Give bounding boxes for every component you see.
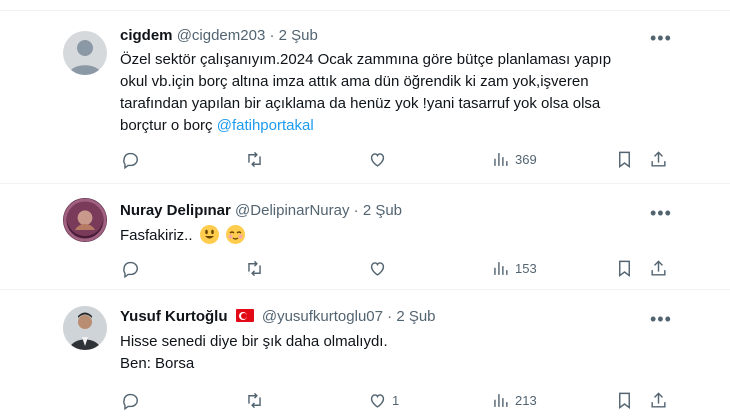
share-button[interactable] bbox=[649, 391, 668, 410]
avatar[interactable] bbox=[63, 31, 107, 75]
retweet-icon bbox=[248, 260, 261, 277]
like-icon bbox=[370, 153, 385, 167]
views-count: 213 bbox=[515, 393, 537, 408]
retweet-icon bbox=[248, 151, 261, 168]
reply-button[interactable] bbox=[121, 391, 145, 410]
share-button[interactable] bbox=[649, 150, 668, 169]
reply-icon bbox=[123, 152, 138, 169]
author-name[interactable]: Yusuf Kurtoğlu bbox=[120, 308, 228, 325]
retweet-button[interactable] bbox=[245, 150, 269, 169]
views-button[interactable]: 213 bbox=[491, 391, 537, 410]
bookmark-button[interactable] bbox=[615, 391, 634, 410]
like-icon bbox=[370, 262, 385, 276]
bookmark-icon bbox=[619, 392, 630, 410]
avatar[interactable] bbox=[63, 306, 107, 350]
like-icon bbox=[370, 394, 385, 408]
share-icon bbox=[651, 260, 666, 276]
tweet-text-line: borçtur o borç bbox=[120, 117, 217, 134]
views-icon bbox=[494, 394, 508, 407]
views-count: 153 bbox=[515, 261, 537, 276]
tweet-nuray[interactable]: Nuray Delipınar @DelipinarNuray · 2 Şub … bbox=[0, 183, 730, 288]
views-icon bbox=[494, 153, 508, 166]
bookmark-button[interactable] bbox=[615, 150, 634, 169]
tweet-cigdem[interactable]: cigdem @cigdem203 · 2 Şub ••• Özel sektö… bbox=[0, 10, 730, 182]
bookmark-icon bbox=[619, 151, 630, 169]
tweet-text: Hisse senedi diye bir şık daha olmalıydı… bbox=[120, 331, 680, 375]
reply-icon bbox=[123, 393, 138, 410]
tweet-actions: 369 bbox=[0, 150, 730, 170]
retweet-icon bbox=[248, 392, 261, 409]
retweet-button[interactable] bbox=[245, 259, 269, 278]
reply-icon bbox=[123, 261, 138, 278]
tweet-yusuf[interactable]: Yusuf Kurtoğlu @yusufkurtoglu07 · 2 Şub … bbox=[0, 289, 730, 420]
tweet-text-line: Özel sektör çalışanıyım.2024 Ocak zammın… bbox=[120, 51, 612, 68]
tweet-header: Yusuf Kurtoğlu @yusufkurtoglu07 · 2 Şub bbox=[120, 308, 436, 325]
tweet-time[interactable]: · 2 Şub bbox=[354, 202, 402, 219]
avatar[interactable] bbox=[63, 198, 107, 242]
views-count: 369 bbox=[515, 152, 537, 167]
tweet-actions: 1 213 bbox=[0, 391, 730, 411]
author-name[interactable]: Nuray Delipınar bbox=[120, 202, 231, 219]
default-avatar-icon bbox=[69, 40, 101, 75]
tweet-header: Nuray Delipınar @DelipinarNuray · 2 Şub bbox=[120, 202, 402, 219]
tweet-text-line: Ben: Borsa bbox=[120, 355, 195, 372]
tweet-time[interactable]: · 2 Şub bbox=[269, 27, 317, 44]
more-options-button[interactable]: ••• bbox=[650, 310, 672, 328]
views-button[interactable]: 369 bbox=[491, 150, 537, 169]
bookmark-icon bbox=[619, 260, 630, 278]
tweet-text-line: Fasfakiriz.. bbox=[120, 227, 193, 244]
turkey-flag-icon bbox=[235, 309, 254, 322]
profile-photo-icon bbox=[63, 198, 107, 242]
author-handle[interactable]: @cigdem203 bbox=[177, 27, 266, 44]
grinning-face-emoji-icon bbox=[199, 225, 219, 244]
tweet-text: Fasfakiriz.. bbox=[120, 225, 680, 247]
tweet-text: Özel sektör çalışanıyım.2024 Ocak zammın… bbox=[120, 49, 680, 137]
tweet-actions: 153 bbox=[0, 259, 730, 279]
author-handle[interactable]: @DelipinarNuray bbox=[235, 202, 349, 219]
like-count: 1 bbox=[392, 393, 400, 408]
tweet-text-line: Hisse senedi diye bir şık daha olmalıydı… bbox=[120, 333, 388, 350]
author-handle[interactable]: @yusufkurtoglu07 bbox=[262, 308, 383, 325]
mention-link[interactable]: @fatihportakal bbox=[217, 117, 314, 134]
reply-button[interactable] bbox=[121, 150, 145, 169]
like-button[interactable]: 1 bbox=[368, 391, 399, 410]
views-icon bbox=[494, 262, 508, 275]
retweet-button[interactable] bbox=[245, 391, 269, 410]
share-icon bbox=[651, 151, 666, 167]
tweet-text-line: tarafından yapılan bir açıklama da henüz… bbox=[120, 95, 601, 112]
bookmark-button[interactable] bbox=[615, 259, 634, 278]
more-options-button[interactable]: ••• bbox=[650, 29, 672, 47]
reply-button[interactable] bbox=[121, 259, 145, 278]
tweet-time[interactable]: · 2 Şub bbox=[387, 308, 435, 325]
tweet-header: cigdem @cigdem203 · 2 Şub bbox=[120, 27, 318, 44]
like-button[interactable] bbox=[368, 150, 392, 169]
author-name[interactable]: cigdem bbox=[120, 27, 173, 44]
share-icon bbox=[651, 392, 666, 408]
profile-photo-icon bbox=[63, 306, 107, 350]
like-button[interactable] bbox=[368, 259, 392, 278]
share-button[interactable] bbox=[649, 259, 668, 278]
tweet-text-line: okul vb.için borç altına imza attık ama … bbox=[120, 73, 589, 90]
views-button[interactable]: 153 bbox=[491, 259, 537, 278]
relieved-face-emoji-icon bbox=[225, 225, 245, 244]
more-options-button[interactable]: ••• bbox=[650, 204, 672, 222]
